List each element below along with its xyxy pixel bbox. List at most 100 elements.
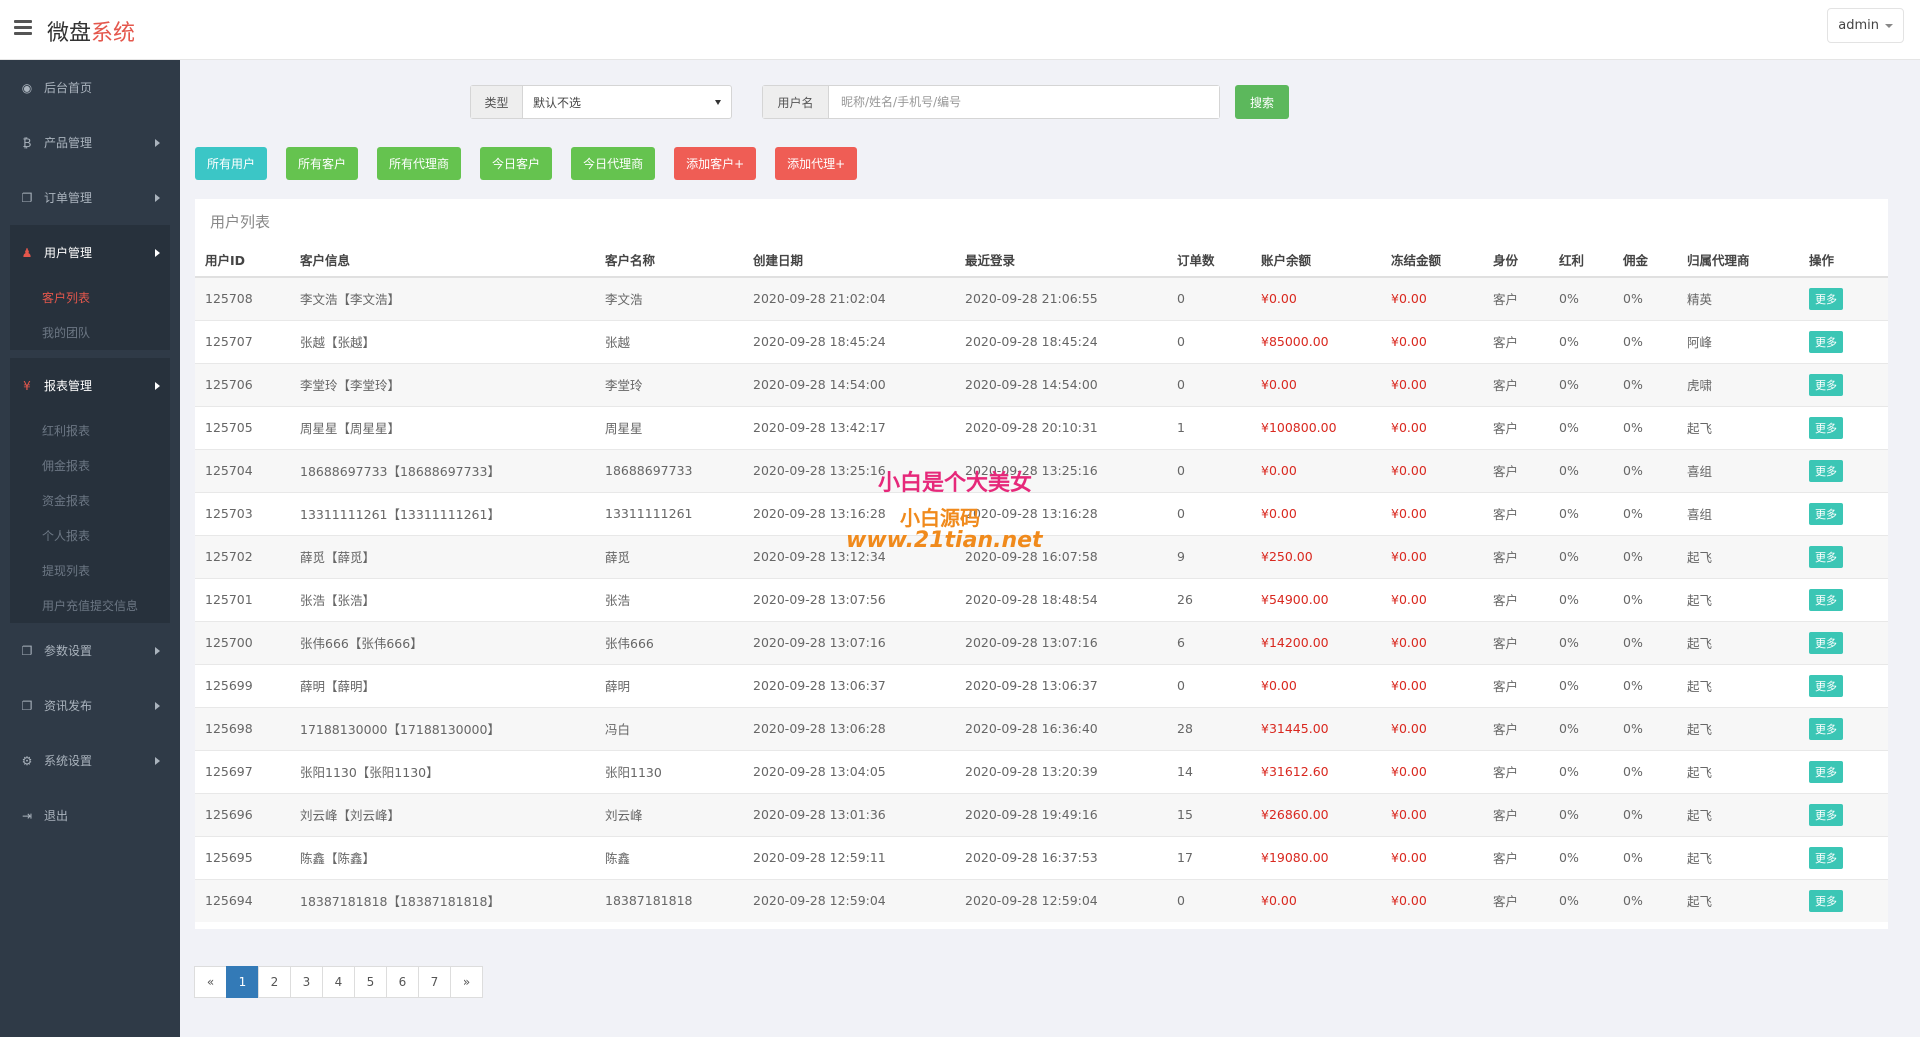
- table-cell: 125702: [195, 534, 290, 578]
- sidebar-item-user[interactable]: ♟ 用户管理: [10, 225, 170, 280]
- more-button[interactable]: 更多: [1809, 287, 1843, 310]
- filter-button[interactable]: 今日代理商: [571, 147, 656, 180]
- table-cell: 张浩【张浩】: [290, 577, 595, 621]
- table-cell: 125698: [195, 706, 290, 750]
- page-button[interactable]: 1: [226, 966, 259, 998]
- table-cell: 客户: [1483, 534, 1549, 578]
- more-button[interactable]: 更多: [1809, 373, 1843, 396]
- page-button[interactable]: 2: [258, 966, 291, 998]
- table-row: 125708 李文浩【李文浩】 李文浩 2020-09-28 21:02:04 2020…: [195, 276, 1888, 320]
- username-search-input[interactable]: [829, 86, 1219, 118]
- filter-button[interactable]: 添加客户+: [674, 147, 757, 180]
- more-button[interactable]: 更多: [1809, 416, 1843, 439]
- copy-icon: ❐: [21, 698, 33, 713]
- filter-button[interactable]: 所有用户: [195, 147, 268, 180]
- table-cell: 薛觅【薛觅】: [290, 534, 595, 578]
- table-cell: 更多: [1799, 319, 1888, 363]
- table-cell: 2020-09-28 16:37:53: [955, 835, 1167, 879]
- page-next-button[interactable]: »: [450, 966, 483, 998]
- filter-button[interactable]: 所有代理商: [377, 147, 462, 180]
- table-cell: ¥0.00: [1381, 749, 1483, 793]
- table-cell: ¥0.00: [1251, 491, 1381, 535]
- filter-button[interactable]: 今日客户: [480, 147, 553, 180]
- table-cell: 客户: [1483, 448, 1549, 492]
- sidebar-subitem[interactable]: 个人报表: [10, 518, 170, 553]
- filter-button[interactable]: 所有客户: [286, 147, 359, 180]
- sidebar-subitem[interactable]: 客户列表: [10, 280, 170, 315]
- more-button[interactable]: 更多: [1809, 889, 1843, 912]
- table-cell: 0%: [1549, 835, 1613, 879]
- table-cell: 26: [1167, 577, 1251, 621]
- bitcoin-icon: ₿: [22, 135, 32, 150]
- more-button[interactable]: 更多: [1809, 846, 1843, 869]
- sidebar-subitem[interactable]: 提现列表: [10, 553, 170, 588]
- page-button[interactable]: 4: [322, 966, 355, 998]
- copy-icon: ❐: [21, 190, 33, 205]
- table-cell: 陈鑫【陈鑫】: [290, 835, 595, 879]
- table-cell: ¥0.00: [1381, 362, 1483, 406]
- user-menu-button[interactable]: admin: [1827, 8, 1904, 43]
- table-cell: 更多: [1799, 620, 1888, 664]
- sidebar-subitem[interactable]: 资金报表: [10, 483, 170, 518]
- type-select[interactable]: 默认不选: [523, 86, 731, 118]
- table-cell: 阿峰: [1677, 319, 1799, 363]
- sidebar-subitem[interactable]: 我的团队: [10, 315, 170, 350]
- page-prev-button[interactable]: «: [194, 966, 227, 998]
- table-cell: 0%: [1549, 706, 1613, 750]
- table-cell: 客户: [1483, 362, 1549, 406]
- table-cell: 客户: [1483, 491, 1549, 535]
- table-cell: 0%: [1613, 620, 1677, 664]
- sidebar-item-sign-out[interactable]: ⇥ 退出: [0, 788, 180, 843]
- more-button[interactable]: 更多: [1809, 760, 1843, 783]
- menu-toggle-icon[interactable]: [14, 20, 32, 36]
- filter-button[interactable]: 添加代理+: [775, 147, 858, 180]
- more-button[interactable]: 更多: [1809, 674, 1843, 697]
- dropdown-arrow-icon: [715, 99, 721, 105]
- sidebar-item-gears[interactable]: ⚙ 系统设置: [0, 733, 180, 788]
- page-button[interactable]: 7: [418, 966, 451, 998]
- sidebar-subitem[interactable]: 红利报表: [10, 413, 170, 448]
- search-button[interactable]: 搜索: [1235, 85, 1289, 119]
- more-button[interactable]: 更多: [1809, 545, 1843, 568]
- table-cell: 0: [1167, 878, 1251, 922]
- more-button[interactable]: 更多: [1809, 631, 1843, 654]
- column-header: 客户信息: [290, 243, 595, 278]
- table-cell: 客户: [1483, 620, 1549, 664]
- logo-accent: 系统: [91, 21, 136, 46]
- table-cell: 14: [1167, 749, 1251, 793]
- sidebar-subitem[interactable]: 用户充值提交信息: [10, 588, 170, 623]
- search-bar: 类型 默认不选 用户名 搜索: [470, 85, 1289, 119]
- page-button[interactable]: 3: [290, 966, 323, 998]
- table-cell: 0%: [1613, 362, 1677, 406]
- table-cell: 薛觅: [595, 534, 743, 578]
- table-cell: 13311111261: [595, 491, 743, 535]
- table-cell: 2020-09-28 13:12:34: [743, 534, 955, 578]
- sidebar-item-bitcoin[interactable]: ₿ 产品管理: [0, 115, 180, 170]
- sidebar-item-yen[interactable]: ¥ 报表管理: [10, 358, 170, 413]
- sidebar-item-copy[interactable]: ❐ 订单管理: [0, 170, 180, 225]
- table-cell: 0: [1167, 663, 1251, 707]
- table-cell: 125694: [195, 878, 290, 922]
- more-button[interactable]: 更多: [1809, 502, 1843, 525]
- more-button[interactable]: 更多: [1809, 717, 1843, 740]
- sidebar-subitem[interactable]: 佣金报表: [10, 448, 170, 483]
- table-cell: 0%: [1613, 878, 1677, 922]
- sidebar-group-yen: ¥ 报表管理 红利报表 佣金报表 资金报表 个人报表 提现列表 用户充值提交信息: [10, 358, 170, 623]
- more-button[interactable]: 更多: [1809, 459, 1843, 482]
- more-button[interactable]: 更多: [1809, 588, 1843, 611]
- table-cell: 125704: [195, 448, 290, 492]
- sidebar-item-copy[interactable]: ❐ 资讯发布: [0, 678, 180, 733]
- page-button[interactable]: 6: [386, 966, 419, 998]
- more-button[interactable]: 更多: [1809, 330, 1843, 353]
- sidebar-item-copy[interactable]: ❐ 参数设置: [0, 623, 180, 678]
- page-button[interactable]: 5: [354, 966, 387, 998]
- more-button[interactable]: 更多: [1809, 803, 1843, 826]
- table-cell: 0: [1167, 491, 1251, 535]
- table-cell: 125705: [195, 405, 290, 449]
- table-cell: 薛明【薛明】: [290, 663, 595, 707]
- table-cell: 起飞: [1677, 792, 1799, 836]
- type-select-value: 默认不选: [533, 95, 582, 110]
- dashboard-icon: ◉: [21, 80, 33, 95]
- sidebar-item-dashboard[interactable]: ◉ 后台首页: [0, 60, 180, 115]
- table-row: 125694 18387181818【18387181818】 1838718181…: [195, 878, 1888, 922]
